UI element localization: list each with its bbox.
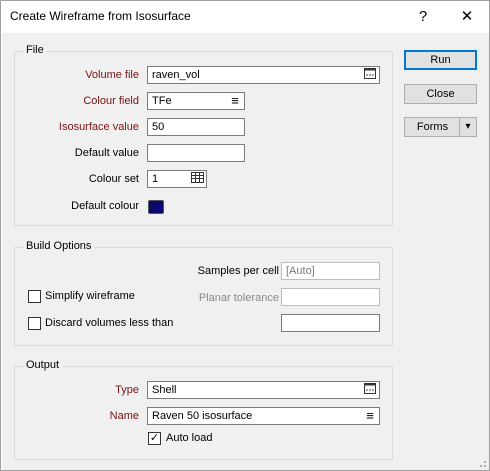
isosurface-value: 50 bbox=[152, 121, 165, 133]
default-value-label: Default value bbox=[74, 147, 139, 159]
dialog-window: Create Wireframe from Isosurface ? ✕ Fil… bbox=[0, 0, 490, 471]
resize-grip-icon[interactable] bbox=[477, 458, 487, 468]
colour-set-value: 1 bbox=[152, 173, 159, 185]
simplify-wireframe-checkbox[interactable] bbox=[28, 290, 41, 303]
colour-set-input[interactable]: 1 bbox=[147, 170, 207, 188]
default-value-input[interactable] bbox=[147, 144, 245, 162]
volume-file-field[interactable]: raven_vol bbox=[147, 66, 380, 84]
chevron-down-icon[interactable]: ▾ bbox=[459, 118, 476, 136]
colour-field-label: Colour field bbox=[83, 95, 139, 107]
forms-button-label: Forms bbox=[416, 121, 449, 133]
close-icon[interactable]: ✕ bbox=[453, 5, 481, 29]
discard-volumes-input[interactable] bbox=[281, 314, 380, 332]
auto-load-label: Auto load bbox=[166, 432, 213, 444]
run-button[interactable]: Run bbox=[404, 50, 477, 70]
colour-field-input[interactable]: TFe ≡ bbox=[147, 92, 245, 110]
browse-icon[interactable] bbox=[363, 383, 377, 397]
volume-file-label: Volume file bbox=[85, 69, 139, 81]
file-group: File Volume file raven_vol Colour field … bbox=[14, 44, 393, 226]
type-label: Type bbox=[115, 384, 139, 396]
colour-field-value: TFe bbox=[152, 95, 172, 107]
name-input[interactable]: Raven 50 isosurface ≡ bbox=[147, 407, 380, 425]
forms-button[interactable]: Forms ▾ bbox=[404, 117, 477, 137]
type-input[interactable]: Shell bbox=[147, 381, 380, 399]
samples-per-cell-label: Samples per cell bbox=[197, 265, 279, 277]
default-colour-label: Default colour bbox=[71, 200, 139, 212]
title-bar: Create Wireframe from Isosurface ? ✕ bbox=[1, 1, 489, 33]
output-group: Output Type Shell Name Raven 50 isosurfa… bbox=[14, 359, 393, 460]
window-title: Create Wireframe from Isosurface bbox=[10, 9, 191, 23]
discard-volumes-label: Discard volumes less than bbox=[45, 317, 174, 329]
name-label: Name bbox=[109, 410, 139, 422]
name-value: Raven 50 isosurface bbox=[152, 410, 253, 422]
isosurface-value-input[interactable]: 50 bbox=[147, 118, 245, 136]
discard-volumes-checkbox[interactable] bbox=[28, 317, 41, 330]
list-icon[interactable]: ≡ bbox=[228, 94, 242, 108]
planar-tolerance-label: Planar tolerance bbox=[198, 292, 279, 304]
samples-per-cell-value: [Auto] bbox=[286, 265, 315, 277]
browse-icon[interactable] bbox=[363, 68, 377, 82]
dialog-body: File Volume file raven_vol Colour field … bbox=[2, 33, 489, 470]
colour-set-icon[interactable] bbox=[190, 172, 204, 186]
samples-per-cell-input[interactable]: [Auto] bbox=[281, 262, 380, 280]
check-icon: ✓ bbox=[149, 432, 160, 444]
build-options-title: Build Options bbox=[23, 240, 95, 252]
auto-load-checkbox[interactable]: ✓ bbox=[148, 432, 161, 445]
file-group-title: File bbox=[23, 44, 47, 56]
help-icon[interactable]: ? bbox=[409, 5, 437, 29]
simplify-wireframe-label: Simplify wireframe bbox=[45, 290, 135, 302]
volume-file-value: raven_vol bbox=[152, 69, 200, 81]
close-button[interactable]: Close bbox=[404, 84, 477, 104]
type-value: Shell bbox=[152, 384, 177, 396]
build-options-group: Build Options Samples per cell [Auto] Si… bbox=[14, 240, 393, 346]
colour-set-label: Colour set bbox=[88, 173, 139, 185]
list-icon[interactable]: ≡ bbox=[363, 409, 377, 423]
planar-tolerance-input[interactable] bbox=[281, 288, 380, 306]
isosurface-value-label: Isosurface value bbox=[58, 121, 139, 133]
default-colour-swatch[interactable] bbox=[148, 200, 164, 214]
output-group-title: Output bbox=[23, 359, 63, 371]
